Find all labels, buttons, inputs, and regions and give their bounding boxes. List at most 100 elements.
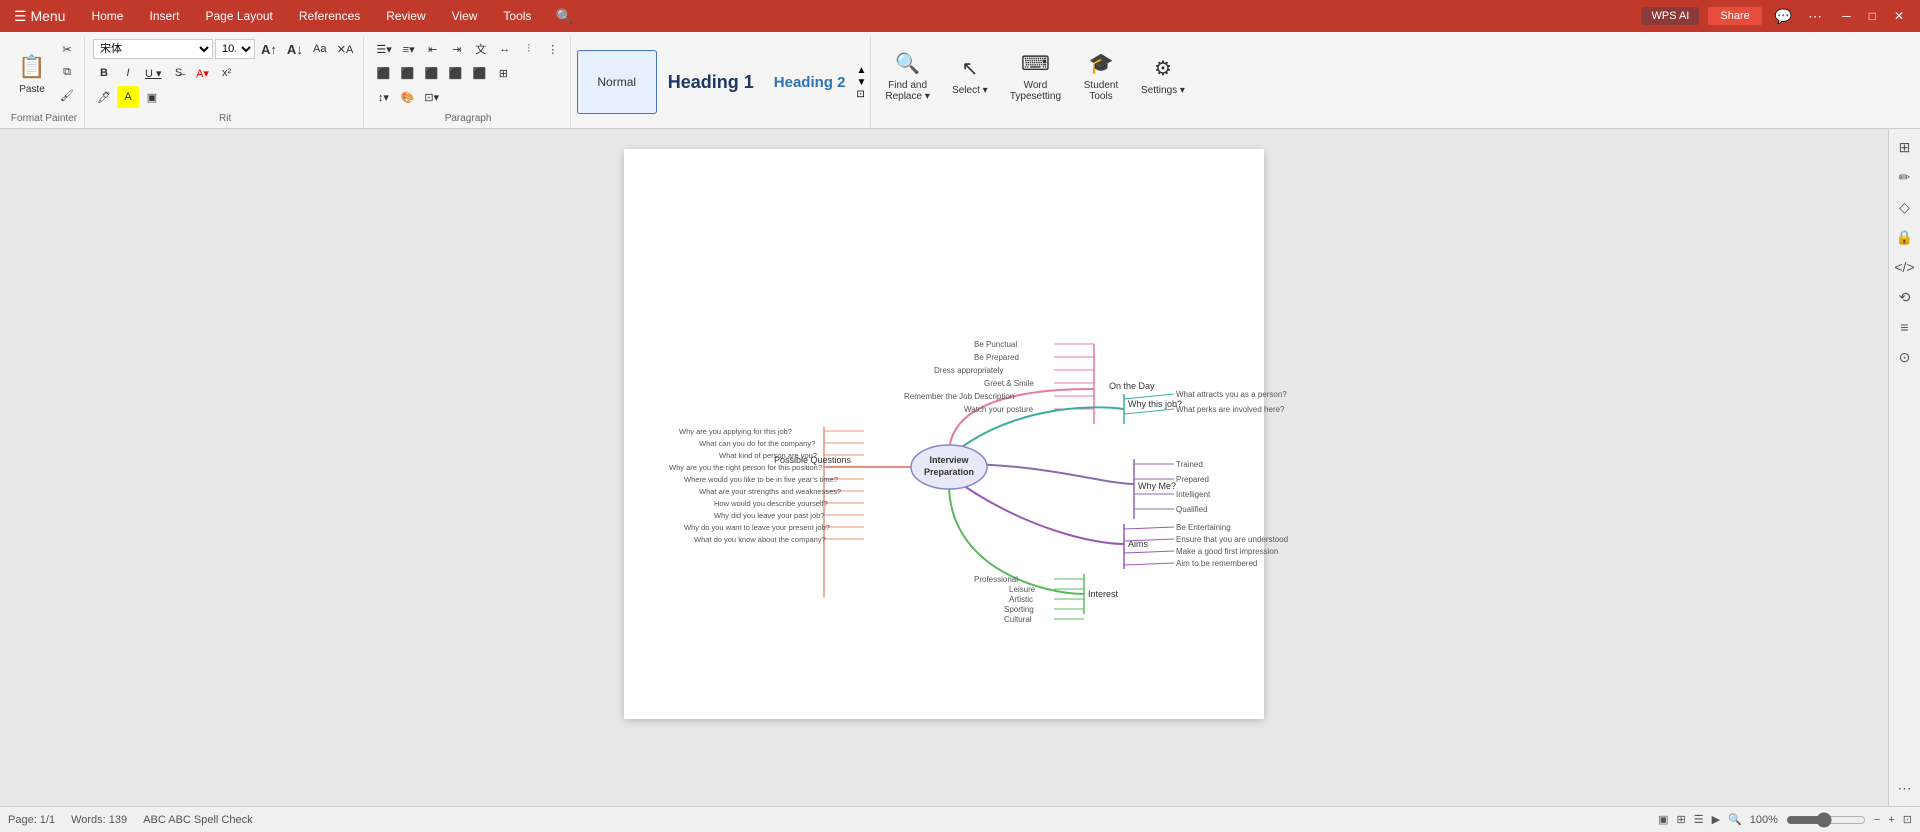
distributed-button[interactable]: ⬛: [468, 62, 490, 84]
decrease-indent-button[interactable]: ⇤: [422, 38, 444, 60]
right-sidebar-btn5[interactable]: ⟲: [1891, 283, 1919, 311]
bullet-list-button[interactable]: ☰▾: [372, 38, 395, 60]
table-button[interactable]: ⊞: [492, 62, 514, 84]
font-size-select[interactable]: 10.5: [215, 39, 255, 59]
strikethrough-button[interactable]: S̶: [168, 62, 190, 84]
more-para-button[interactable]: ⋮: [542, 38, 564, 60]
right-sidebar-scroll-up[interactable]: ⊞: [1891, 133, 1919, 161]
search-icon[interactable]: 🔍: [551, 6, 576, 27]
right-sidebar-btn4[interactable]: </>: [1891, 253, 1919, 281]
svg-text:What perks are involved here?: What perks are involved here?: [1176, 405, 1285, 414]
zoom-out-button[interactable]: 🔍: [1728, 813, 1742, 826]
underline-button[interactable]: U ▾: [141, 62, 166, 84]
line-spacing-button[interactable]: ↕▾: [372, 86, 394, 108]
more-icon[interactable]: ⋯: [1804, 6, 1826, 27]
tab-page-layout[interactable]: Page Layout: [194, 5, 285, 27]
align-right-button[interactable]: ⬛: [420, 62, 442, 84]
paste-icon: 📋: [18, 54, 45, 80]
view-normal-icon[interactable]: ▣: [1658, 813, 1668, 826]
minimize-button[interactable]: ─: [1834, 7, 1859, 25]
right-sidebar-btn7[interactable]: ⊙: [1891, 343, 1919, 371]
border-button[interactable]: ▣: [141, 86, 163, 108]
font-case-button[interactable]: Aa: [309, 38, 331, 60]
svg-text:Interview: Interview: [929, 455, 969, 465]
find-replace-icon: 🔍: [895, 51, 920, 76]
svg-text:Why do you want to leave your: Why do you want to leave your present jo…: [684, 523, 830, 532]
svg-text:Remember the Job Description: Remember the Job Description: [904, 392, 1014, 401]
close-button[interactable]: ✕: [1886, 7, 1912, 25]
tab-view[interactable]: View: [440, 5, 490, 27]
zoom-plus-button[interactable]: +: [1888, 814, 1894, 826]
chinese-layout-button[interactable]: 文: [470, 38, 492, 60]
spell-check-status[interactable]: ABC ABC Spell Check: [143, 814, 252, 826]
settings-button[interactable]: ⚙ Settings ▾: [1133, 40, 1193, 112]
tab-references[interactable]: References: [287, 5, 372, 27]
svg-text:Sporting: Sporting: [1004, 605, 1034, 614]
fit-page-button[interactable]: ⊡: [1903, 813, 1912, 826]
word-typesetting-button[interactable]: ⌨ WordTypesetting: [1002, 40, 1069, 112]
style-normal-button[interactable]: Normal: [577, 50, 657, 114]
style-heading2-button[interactable]: Heading 2: [765, 50, 855, 114]
svg-text:Cultural: Cultural: [1004, 615, 1032, 624]
maximize-button[interactable]: □: [1861, 7, 1884, 25]
svg-text:Make a good first impression: Make a good first impression: [1176, 547, 1278, 556]
svg-text:Interest: Interest: [1088, 589, 1119, 599]
columns-button[interactable]: ⫶: [518, 38, 540, 60]
svg-text:What are your strengths and we: What are your strengths and weaknesses?: [699, 487, 841, 496]
format-painter-button[interactable]: 🖌: [56, 84, 78, 106]
view-list-icon[interactable]: ☰: [1694, 813, 1704, 826]
paste-button[interactable]: 📋 Paste: [10, 38, 54, 110]
tab-home[interactable]: Home: [79, 5, 135, 27]
align-center-button[interactable]: ⬛: [396, 62, 418, 84]
svg-text:What kind of person are you?: What kind of person are you?: [719, 451, 817, 460]
zoom-level-label: 100%: [1750, 814, 1778, 826]
view-layout-icon[interactable]: ⊞: [1677, 813, 1686, 826]
wps-ai-button[interactable]: WPS AI: [1641, 7, 1699, 25]
right-sidebar-btn1[interactable]: ✏: [1891, 163, 1919, 191]
clear-format-button[interactable]: ✕A: [333, 38, 358, 60]
tab-tools[interactable]: Tools: [491, 5, 543, 27]
editor-area[interactable]: Interview Preparation On the Day Be Punc…: [0, 129, 1888, 806]
italic-button[interactable]: I: [117, 62, 139, 84]
font-color-button[interactable]: A▾: [192, 62, 214, 84]
superscript-button[interactable]: x²: [216, 62, 238, 84]
find-replace-button[interactable]: 🔍 Find andReplace ▾: [877, 40, 938, 112]
numbered-list-button[interactable]: ≡▾: [398, 38, 420, 60]
bold-button[interactable]: B: [93, 62, 115, 84]
tab-review[interactable]: Review: [374, 5, 437, 27]
font-name-select[interactable]: 宋体: [93, 39, 213, 59]
tab-insert[interactable]: Insert: [137, 5, 191, 27]
align-left-button[interactable]: ⬛: [372, 62, 394, 84]
decrease-font-button[interactable]: A↓: [283, 38, 307, 60]
increase-font-button[interactable]: A↑: [257, 38, 281, 60]
play-icon[interactable]: ▶: [1712, 813, 1720, 826]
svg-text:What can you do for the compan: What can you do for the company?: [699, 439, 815, 448]
right-sidebar-more[interactable]: ⋯: [1891, 774, 1919, 802]
copy-button[interactable]: ⧉: [56, 61, 78, 83]
increase-indent-button[interactable]: ⇥: [446, 38, 468, 60]
zoom-slider[interactable]: [1786, 812, 1866, 828]
right-sidebar-btn6[interactable]: ≡: [1891, 313, 1919, 341]
comment-icon[interactable]: 💬: [1771, 6, 1796, 27]
styles-gallery-arrow[interactable]: ▲ ▼ ⊡: [856, 65, 866, 100]
paragraph-label: Paragraph: [445, 113, 492, 126]
highlight-button[interactable]: 🖊: [93, 86, 115, 108]
borders-button[interactable]: ⊡▾: [420, 86, 443, 108]
svg-text:On the Day: On the Day: [1109, 381, 1155, 391]
justify-button[interactable]: ⬛: [444, 62, 466, 84]
zoom-minus-button[interactable]: −: [1874, 814, 1880, 826]
select-button[interactable]: ↖ Select ▾: [942, 40, 998, 112]
text-direction-button[interactable]: ↔: [494, 38, 516, 60]
menu-icon[interactable]: ☰ Menu: [8, 6, 71, 27]
svg-text:Be Entertaining: Be Entertaining: [1176, 523, 1231, 532]
shading-button[interactable]: A: [117, 86, 139, 108]
share-button[interactable]: Share: [1707, 6, 1762, 26]
para-shading-button[interactable]: 🎨: [396, 86, 418, 108]
right-sidebar-btn2[interactable]: ◇: [1891, 193, 1919, 221]
cut-button[interactable]: ✂: [56, 38, 78, 60]
student-tools-button[interactable]: 🎓 StudentTools: [1073, 40, 1129, 112]
style-heading1-button[interactable]: Heading 1: [659, 50, 763, 114]
svg-text:Aim to be remembered: Aim to be remembered: [1176, 559, 1257, 568]
right-sidebar-btn3[interactable]: 🔒: [1891, 223, 1919, 251]
paragraph-group: ☰▾ ≡▾ ⇤ ⇥ 文 ↔ ⫶ ⋮ ⬛ ⬛ ⬛ ⬛ ⬛: [366, 36, 570, 128]
